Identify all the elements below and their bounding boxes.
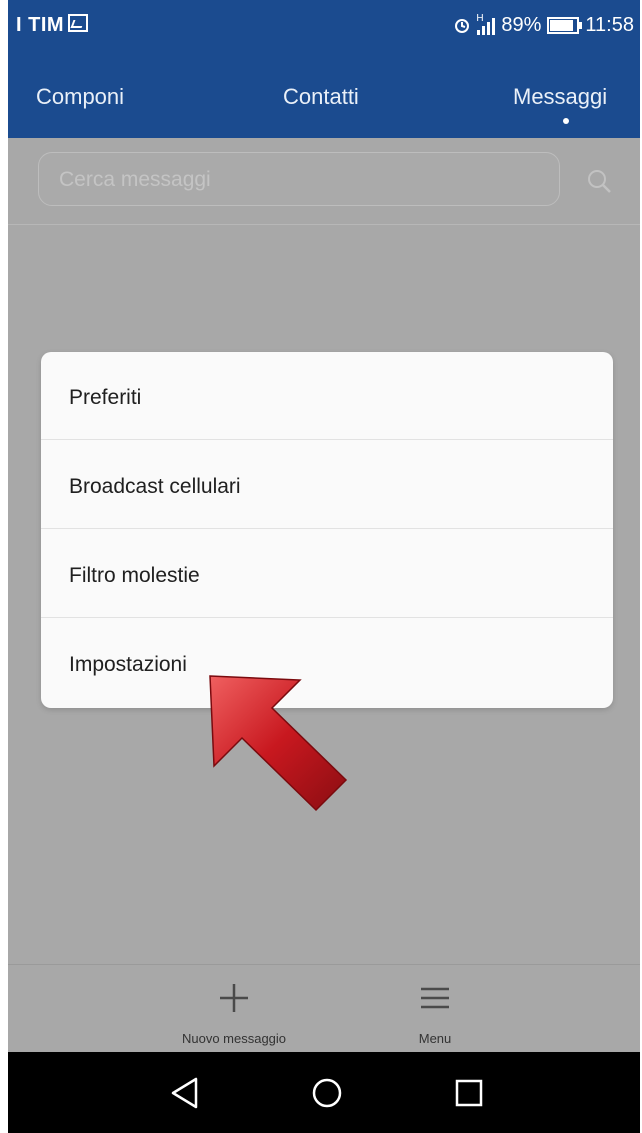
search-input[interactable]	[57, 163, 531, 197]
red-arrow-icon	[209, 675, 348, 812]
search-divider	[8, 224, 640, 225]
home-icon[interactable]	[310, 1076, 344, 1110]
menu-button[interactable]: Menu	[365, 965, 505, 1053]
status-left: I TIM	[16, 14, 89, 37]
active-tab-indicator	[563, 118, 569, 124]
new-message-button[interactable]: Nuovo messaggio	[164, 965, 304, 1053]
battery-percent: 89%	[501, 14, 542, 36]
clock: 11:58	[585, 14, 634, 36]
carrier-name: I TIM	[16, 14, 65, 36]
hamburger-menu-icon	[421, 987, 449, 1009]
recent-apps-icon[interactable]	[452, 1076, 486, 1110]
status-right: H 89% 11:58	[453, 12, 634, 37]
menu-item-filtro-molestie[interactable]: Filtro molestie	[41, 530, 613, 618]
options-menu: Preferiti Broadcast cellulari Filtro mol…	[41, 352, 613, 708]
menu-item-label: Filtro molestie	[69, 564, 200, 587]
new-message-label: Nuovo messaggio	[181, 1031, 287, 1046]
search-box[interactable]	[38, 152, 560, 206]
tab-componi[interactable]: Componi	[36, 84, 124, 110]
menu-item-preferiti[interactable]: Preferiti	[41, 352, 613, 440]
tab-bar: Componi Contatti Messaggi	[8, 54, 640, 138]
plus-icon	[220, 984, 248, 1012]
status-bar: I TIM H 89% 11:58	[8, 0, 640, 54]
menu-item-label: Impostazioni	[69, 653, 187, 676]
battery-icon	[547, 17, 583, 34]
search-icon[interactable]	[586, 168, 612, 194]
bottom-toolbar: Nuovo messaggio Menu	[8, 964, 640, 1053]
back-icon[interactable]	[168, 1076, 202, 1110]
menu-item-label: Broadcast cellulari	[69, 475, 241, 498]
system-nav-bar	[8, 1052, 640, 1133]
network-type: H	[476, 12, 484, 24]
menu-item-broadcast-cellulari[interactable]: Broadcast cellulari	[41, 441, 613, 529]
alarm-icon	[455, 18, 470, 33]
tab-contatti[interactable]: Contatti	[283, 84, 359, 110]
menu-item-label: Preferiti	[69, 386, 142, 409]
menu-label: Menu	[418, 1031, 452, 1046]
gallery-notification-icon	[68, 14, 89, 32]
phone-screen: I TIM H 89% 11:58 Componi Contatti Messa…	[8, 0, 640, 1133]
tab-messaggi[interactable]: Messaggi	[513, 84, 607, 110]
